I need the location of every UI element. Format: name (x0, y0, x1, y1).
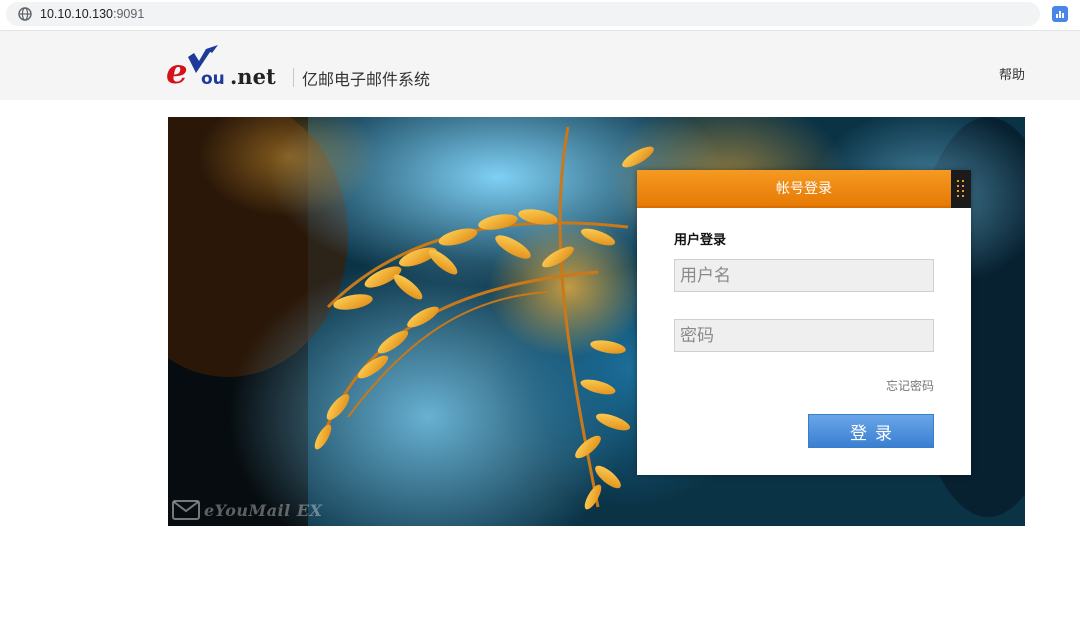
url-field[interactable]: 10.10.10.130:9091 (6, 2, 1040, 26)
envelope-icon (172, 500, 200, 520)
logo-divider (293, 68, 294, 87)
svg-text:.net: .net (230, 64, 276, 89)
bar-chart-icon[interactable] (1052, 6, 1068, 22)
login-button[interactable]: 登录 (808, 414, 934, 448)
globe-icon (18, 7, 32, 21)
password-input[interactable] (674, 319, 934, 352)
forgot-password-link[interactable]: 忘记密码 (886, 377, 934, 394)
login-panel-title: 帐号登录 (776, 181, 832, 197)
login-panel: 帐号登录 用户登录 忘记密码 登录 (637, 170, 971, 475)
grip-dots-icon[interactable] (951, 170, 971, 208)
username-input[interactable] (674, 259, 934, 292)
svg-text:ou: ou (201, 69, 225, 89)
login-panel-header: 帐号登录 (637, 170, 971, 208)
watermark: eYouMail EX (172, 500, 322, 520)
login-subtitle: 用户登录 (674, 233, 727, 248)
browser-address-bar: 10.10.10.130:9091 (0, 0, 1080, 30)
watermark-text: eYouMail EX (204, 500, 323, 520)
url-host: 10.10.10.130 (40, 7, 113, 21)
url-port: :9091 (113, 7, 145, 21)
system-title: 亿邮电子邮件系统 (302, 70, 431, 89)
svg-text:e: e (166, 52, 188, 89)
site-header: e ou .net 亿邮电子邮件系统 帮助 (0, 30, 1080, 100)
url-text: 10.10.10.130:9091 (40, 7, 144, 21)
eyou-logo: e ou .net (166, 45, 276, 89)
help-link[interactable]: 帮助 (999, 64, 1025, 83)
